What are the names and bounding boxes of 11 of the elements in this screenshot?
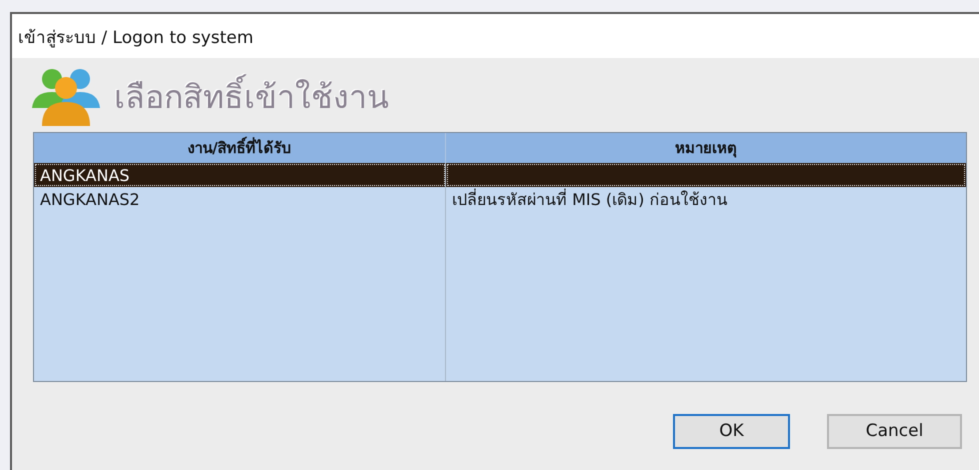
cancel-button[interactable]: Cancel xyxy=(827,414,962,448)
window-title: เข้าสู่ระบบ / Logon to system xyxy=(18,26,254,50)
table-cell[interactable]: ANGKANAS2 xyxy=(34,187,446,211)
table-cell[interactable] xyxy=(446,163,966,187)
users-icon xyxy=(30,66,100,126)
table-cell[interactable]: ANGKANAS xyxy=(34,163,446,187)
heading: เลือกสิทธิ์เข้าใช้งาน xyxy=(114,70,389,122)
table-cell[interactable]: เปลี่ยนรหัสผ่านที่ MIS (เดิม) ก่อนใช้งาน xyxy=(446,187,966,211)
column-header[interactable]: งาน/สิทธิ์ที่ได้รับ xyxy=(34,133,446,163)
ok-button[interactable]: OK xyxy=(673,414,790,448)
column-header[interactable]: หมายเหตุ xyxy=(446,133,966,163)
